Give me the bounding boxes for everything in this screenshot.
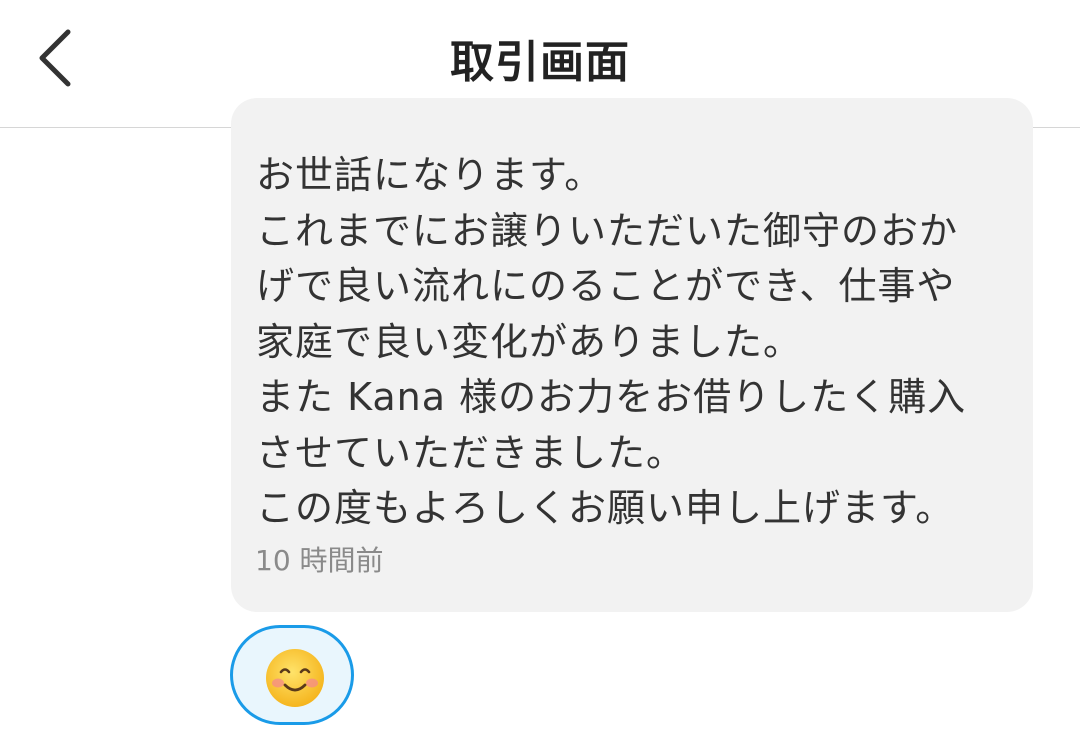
message-line: させていただきました。 xyxy=(256,430,686,475)
message-line: 家庭で良い変化がありました。 xyxy=(256,319,803,364)
message-bubble: お世話になります。 これまでにお譲りいただいた御守のおか げで良い流れにのること… xyxy=(231,98,1033,612)
message-text: お世話になります。 これまでにお譲りいただいた御守のおか げで良い流れにのること… xyxy=(256,148,966,537)
smiling-face-icon xyxy=(266,649,324,707)
message-line: また Kana 様のお力をお借りしたく購入 xyxy=(256,375,967,419)
chat-area: お世話になります。 これまでにお譲りいただいた御守のおか げで良い流れにのること… xyxy=(0,98,1080,749)
message-line: げで良い流れにのることができ、仕事や xyxy=(256,264,956,308)
message-timestamp: 10 時間前 xyxy=(255,544,384,577)
trade-screen: 取引画面 お世話になります。 これまでにお譲りいただいた御守のおか げで良い流れ… xyxy=(0,0,1080,749)
message-line: お世話になります。 xyxy=(256,153,604,197)
message-line: これまでにお譲りいただいた御守のおか xyxy=(256,208,959,253)
message-line: この度もよろしくお願い申し上げます。 xyxy=(256,486,955,530)
reaction-button[interactable] xyxy=(230,625,354,725)
page-title: 取引画面 xyxy=(450,37,630,88)
